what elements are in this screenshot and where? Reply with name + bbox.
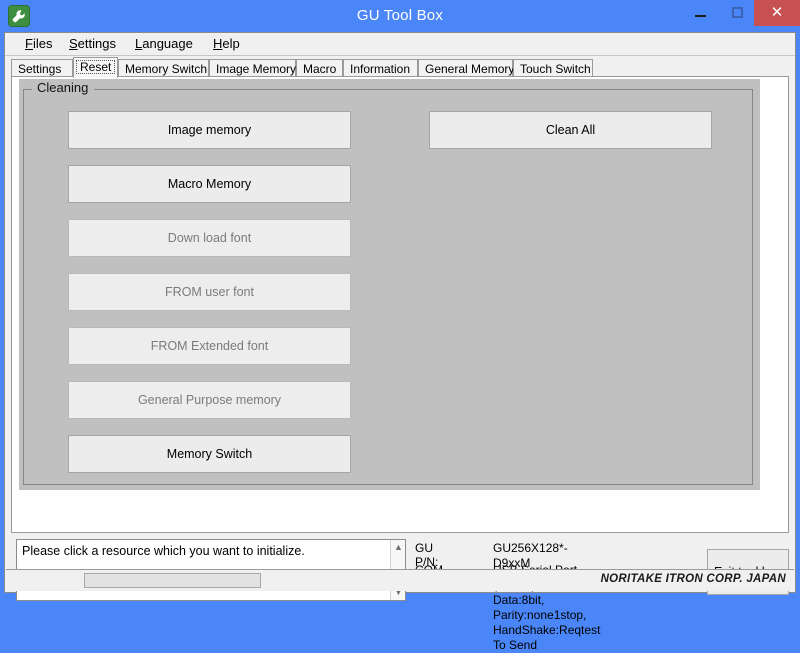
menu-item-settings[interactable]: Settings bbox=[63, 35, 122, 53]
button-label: General Purpose memory bbox=[138, 393, 281, 407]
tab-label: Memory Switch bbox=[125, 62, 207, 76]
minimize-button[interactable] bbox=[678, 0, 722, 26]
tab-label: Image Memory bbox=[216, 62, 296, 76]
tab-memory-switch[interactable]: Memory Switch bbox=[118, 59, 209, 77]
tab-general-memory[interactable]: General Memory bbox=[418, 59, 513, 77]
tab-macro[interactable]: Macro bbox=[296, 59, 343, 77]
tab-label: Settings bbox=[18, 62, 61, 76]
group-border-right bbox=[94, 89, 752, 90]
button-general-purpose-memory: General Purpose memory bbox=[68, 381, 351, 419]
message-text: Please click a resource which you want t… bbox=[22, 543, 387, 559]
button-label: FROM Extended font bbox=[151, 339, 268, 353]
tab-label: General Memory bbox=[425, 62, 514, 76]
tab-label: Information bbox=[350, 62, 410, 76]
button-label: Memory Switch bbox=[167, 447, 252, 461]
button-label: FROM user font bbox=[165, 285, 254, 299]
maximize-icon bbox=[732, 7, 743, 18]
menu-item-language[interactable]: Language bbox=[129, 35, 199, 53]
menu-bar: Files Settings Language Help bbox=[5, 33, 795, 56]
button-label: Clean All bbox=[546, 123, 595, 137]
corporate-text: NORITAKE ITRON CORP. JAPAN bbox=[601, 573, 786, 585]
cleaning-panel: Cleaning Image memory Macro Memory Down … bbox=[19, 79, 760, 490]
button-label: Macro Memory bbox=[168, 177, 251, 191]
button-macro-memory[interactable]: Macro Memory bbox=[68, 165, 351, 203]
scroll-up-icon[interactable]: ▲ bbox=[391, 540, 406, 555]
status-bar: NORITAKE ITRON CORP. JAPAN bbox=[6, 569, 794, 591]
title-bar: GU Tool Box ✕ bbox=[0, 0, 800, 32]
progress-bar bbox=[84, 573, 261, 588]
button-label: Down load font bbox=[168, 231, 251, 245]
minimize-icon bbox=[695, 15, 706, 17]
button-from-user-font: FROM user font bbox=[68, 273, 351, 311]
button-memory-switch[interactable]: Memory Switch bbox=[68, 435, 351, 473]
maximize-button[interactable] bbox=[722, 0, 754, 26]
menu-item-files[interactable]: Files bbox=[19, 35, 58, 53]
tab-label: Touch Switch bbox=[520, 62, 591, 76]
button-from-extended-font: FROM Extended font bbox=[68, 327, 351, 365]
tab-reset[interactable]: Reset bbox=[73, 57, 118, 78]
tab-label: Reset bbox=[80, 60, 111, 74]
tab-page-reset: Cleaning Image memory Macro Memory Down … bbox=[11, 76, 789, 533]
tab-touch-switch[interactable]: Touch Switch bbox=[513, 59, 593, 77]
application-window: GU Tool Box ✕ Files Settings Language He… bbox=[0, 0, 800, 600]
group-border-left bbox=[24, 89, 32, 90]
menu-item-help[interactable]: Help bbox=[207, 35, 246, 53]
client-area: Files Settings Language Help Settings Re… bbox=[4, 32, 796, 593]
tab-label: Macro bbox=[303, 62, 336, 76]
close-button[interactable]: ✕ bbox=[754, 0, 800, 26]
button-down-load-font: Down load font bbox=[68, 219, 351, 257]
button-clean-all[interactable]: Clean All bbox=[429, 111, 712, 149]
tab-settings[interactable]: Settings bbox=[11, 59, 73, 77]
tab-strip: Settings Reset Memory Switch Image Memor… bbox=[11, 57, 789, 77]
button-label: Image memory bbox=[168, 123, 251, 137]
tab-image-memory[interactable]: Image Memory bbox=[209, 59, 296, 77]
cleaning-group-box: Cleaning Image memory Macro Memory Down … bbox=[23, 89, 753, 485]
button-image-memory[interactable]: Image memory bbox=[68, 111, 351, 149]
close-icon: ✕ bbox=[754, 0, 800, 26]
tab-information[interactable]: Information bbox=[343, 59, 418, 77]
group-box-label: Cleaning bbox=[34, 80, 91, 96]
